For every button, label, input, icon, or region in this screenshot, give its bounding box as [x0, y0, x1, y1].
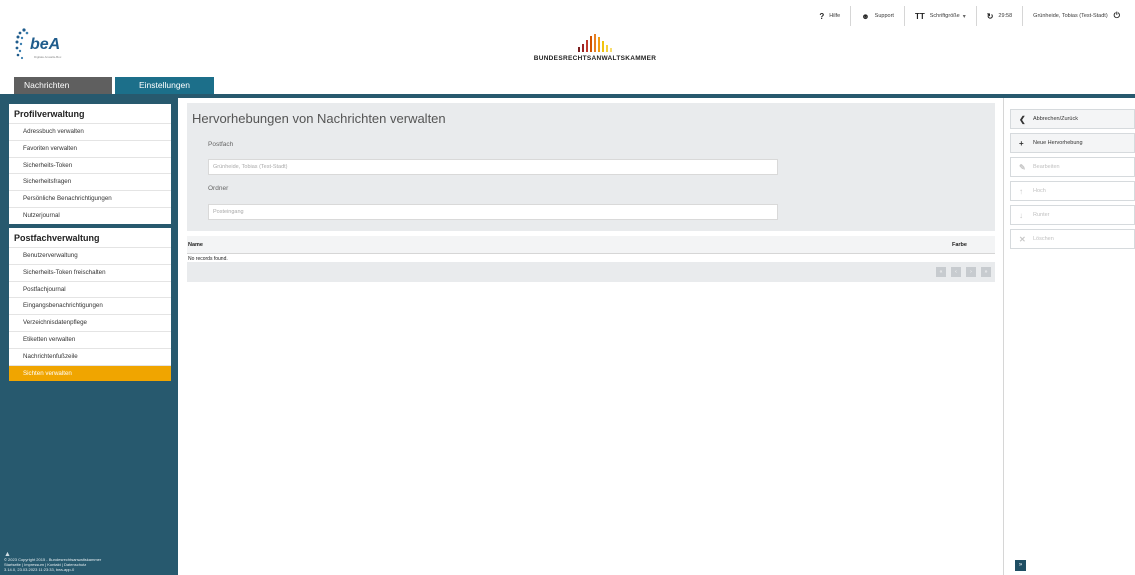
power-icon[interactable]: ⏻ — [1114, 11, 1120, 21]
sidebar-item-sicherheitsfragen[interactable]: Sicherheitsfragen — [9, 173, 171, 190]
main-tabs: Nachrichten Einstellungen — [14, 77, 214, 94]
postfach-section: Postfachverwaltung Benutzerverwaltung Si… — [9, 228, 171, 382]
sidebar-item-benachrichtigungen[interactable]: Persönliche Benachrichtigungen — [9, 190, 171, 207]
sidebar-item-postfachjournal[interactable]: Postfachjournal — [9, 280, 171, 298]
chamber-name: BUNDESRECHTSANWALTSKAMMER — [533, 55, 657, 62]
sidebar-item-sicherheits-token[interactable]: Sicherheits-Token — [9, 156, 171, 174]
delete-button-label: Löschen — [1033, 236, 1054, 242]
last-page-button[interactable]: » — [981, 267, 991, 277]
move-down-label: Runter — [1033, 212, 1050, 218]
tab-einstellungen[interactable]: Einstellungen — [115, 77, 214, 94]
back-button-label: Abbrechen/Zurück — [1033, 116, 1078, 122]
sidebar-item-token-freischalten[interactable]: Sicherheits-Token freischalten — [9, 263, 171, 281]
column-farbe[interactable]: Farbe — [952, 242, 967, 248]
support-link[interactable]: ☻ Support — [851, 6, 905, 26]
profile-section: Profilverwaltung Adressbuch verwalten Fa… — [9, 104, 171, 224]
edit-button-label: Bearbeiten — [1033, 164, 1060, 170]
sidebar-item-adressbuch[interactable]: Adressbuch verwalten — [9, 123, 171, 140]
postfach-field[interactable]: Grünheide, Tobias (Test-Stadt) — [208, 159, 778, 175]
filter-form: Hervorhebungen von Nachrichten verwalten… — [187, 103, 995, 231]
move-up-label: Hoch — [1033, 188, 1046, 194]
move-down-button[interactable]: ↓ Runter — [1010, 205, 1135, 225]
sidebar-item-benutzerverwaltung[interactable]: Benutzerverwaltung — [9, 247, 171, 264]
top-utility-bar: ? Hilfe ☻ Support TT Schriftgröße ▾ ↻ 29… — [809, 0, 1135, 32]
logo-text: beA — [30, 36, 61, 53]
arrow-down-icon: ↓ — [1019, 210, 1023, 220]
session-timer-value: 29:58 — [998, 13, 1013, 19]
action-panel: ❮ Abbrechen/Zurück + Neue Hervorhebung ✎… — [1010, 109, 1135, 253]
main-content: Hervorhebungen von Nachrichten verwalten… — [187, 103, 995, 282]
session-timer[interactable]: ↻ 29:58 — [977, 6, 1024, 26]
sidebar-item-favoriten[interactable]: Favoriten verwalten — [9, 139, 171, 157]
user-name: Grünheide, Tobias (Test-Stadt) — [1033, 13, 1108, 19]
user-icon: ☻ — [861, 11, 870, 21]
user-menu[interactable]: Grünheide, Tobias (Test-Stadt) ⏻ — [1023, 6, 1135, 26]
expand-panel-button[interactable]: » — [1015, 560, 1026, 571]
postfach-section-title: Postfachverwaltung — [14, 233, 100, 243]
next-page-button[interactable]: › — [966, 267, 976, 277]
new-highlight-button[interactable]: + Neue Hervorhebung — [1010, 133, 1135, 153]
version-text: 3.14.0, 23.03.2023 11:23:33, bea-app-0 — [4, 567, 75, 572]
help-link[interactable]: ? Hilfe — [809, 6, 852, 26]
font-size-icon: TT — [914, 11, 925, 21]
column-name[interactable]: Name — [188, 242, 203, 248]
font-size-dropdown[interactable]: TT Schriftgröße ▾ — [905, 6, 977, 26]
sidebar-item-eingangsbenachrichtigungen[interactable]: Eingangsbenachrichtigungen — [9, 297, 171, 314]
ordner-field[interactable]: Posteingang — [208, 204, 778, 220]
refresh-icon: ↻ — [986, 11, 994, 21]
plus-icon: + — [1019, 138, 1024, 148]
help-icon: ? — [819, 11, 825, 21]
right-panel-divider — [1003, 98, 1004, 575]
sidebar-item-etiketten[interactable]: Etiketten verwalten — [9, 330, 171, 348]
ordner-label: Ordner — [208, 185, 229, 192]
back-button[interactable]: ❮ Abbrechen/Zurück — [1010, 109, 1135, 129]
postfach-label: Postfach — [208, 141, 234, 148]
back-icon: ❮ — [1019, 114, 1026, 124]
bea-logo[interactable]: beA Digitale Anwalts-Box — [14, 26, 74, 66]
chamber-bars-icon — [510, 34, 680, 52]
prev-page-button[interactable]: ‹ — [951, 267, 961, 277]
sidebar-item-nutzerjournal[interactable]: Nutzerjournal — [9, 206, 171, 224]
sidebar-item-fusszeile[interactable]: Nachrichtenfußzeile — [9, 347, 171, 365]
chevron-down-icon: ▾ — [962, 13, 966, 20]
arrow-up-icon: ↑ — [1019, 186, 1023, 196]
sidebar: Profilverwaltung Adressbuch verwalten Fa… — [0, 98, 178, 575]
chamber-logo: BUNDESRECHTSANWALTSKAMMER — [510, 34, 680, 62]
help-label: Hilfe — [829, 13, 841, 19]
sidebar-footer: ▲ © 2023 Copyright 2015 - Bundesrechtsan… — [4, 551, 101, 572]
tab-nachrichten[interactable]: Nachrichten — [14, 77, 112, 94]
empty-table-message: No records found. — [188, 256, 228, 262]
pagination-bar: « ‹ › » — [187, 262, 995, 282]
edit-button[interactable]: ✎ Bearbeiten — [1010, 157, 1135, 177]
table-header: Name Farbe — [187, 236, 995, 254]
font-size-label: Schriftgröße — [929, 13, 960, 19]
logo-subtitle: Digitale Anwalts-Box — [34, 55, 62, 59]
close-icon: ✕ — [1019, 234, 1026, 244]
delete-button[interactable]: ✕ Löschen — [1010, 229, 1135, 249]
support-label: Support — [874, 13, 894, 19]
page-title: Hervorhebungen von Nachrichten verwalten — [192, 111, 446, 126]
pencil-icon: ✎ — [1019, 162, 1026, 172]
move-up-button[interactable]: ↑ Hoch — [1010, 181, 1135, 201]
sidebar-item-verzeichnisdatenpflege[interactable]: Verzeichnisdatenpflege — [9, 314, 171, 331]
sidebar-item-sichten[interactable]: Sichten verwalten — [9, 364, 171, 382]
first-page-button[interactable]: « — [936, 267, 946, 277]
new-highlight-label: Neue Hervorhebung — [1033, 140, 1083, 146]
profile-section-title: Profilverwaltung — [14, 109, 85, 119]
